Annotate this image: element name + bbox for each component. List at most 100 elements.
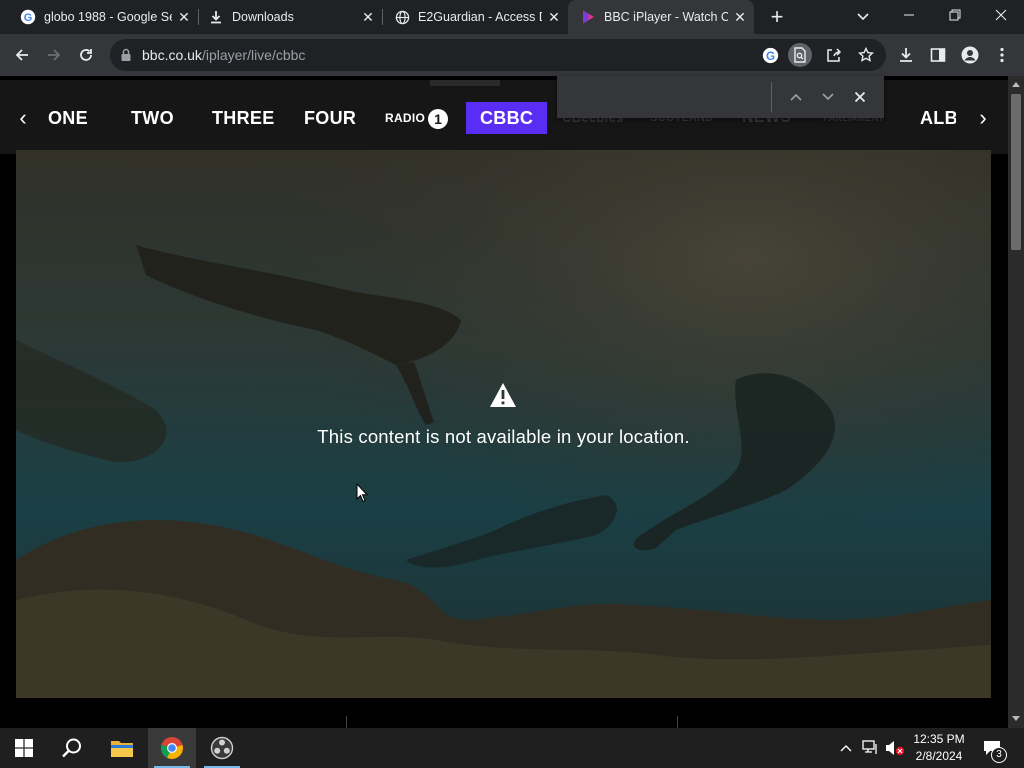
lock-icon[interactable] [120, 48, 132, 62]
side-panel-icon [930, 48, 946, 62]
chevron-right-icon[interactable]: › [972, 105, 994, 130]
channel-bbc-two[interactable]: TWO [131, 104, 174, 132]
network-icon [862, 740, 877, 754]
bookmark-button[interactable] [854, 43, 878, 67]
chrome-taskbar-button[interactable] [148, 728, 196, 768]
close-icon [854, 91, 866, 103]
find-next-button[interactable] [815, 84, 841, 110]
google-g-icon: G [762, 47, 778, 63]
find-close-button[interactable] [847, 84, 873, 110]
close-icon[interactable]: ✕ [360, 9, 376, 25]
browser-toolbar: bbc.co.uk/iplayer/live/cbbc G [0, 34, 1024, 76]
search-button[interactable] [48, 728, 96, 768]
back-button[interactable] [8, 41, 36, 69]
find-in-page-button[interactable] [788, 43, 812, 67]
share-icon [827, 48, 842, 62]
tab-downloads[interactable]: Downloads ✕ [196, 0, 382, 34]
close-window-button[interactable] [978, 0, 1024, 30]
notification-count-badge: 3 [991, 747, 1007, 763]
find-in-page-icon [794, 47, 806, 63]
channel-bbc-one[interactable]: ONE [48, 104, 88, 132]
minimize-button[interactable] [886, 0, 932, 30]
share-button[interactable] [822, 43, 846, 67]
new-tab-button[interactable]: + [763, 4, 791, 30]
star-icon [858, 47, 874, 62]
file-explorer-button[interactable] [98, 728, 146, 768]
tab-google-search[interactable]: G globo 1988 - Google Se ✕ [8, 0, 198, 34]
browser-menu-button[interactable] [990, 43, 1014, 67]
scroll-up-arrow[interactable] [1012, 82, 1020, 87]
channel-cbbc[interactable]: CBBC [466, 102, 548, 134]
forward-button[interactable] [40, 41, 68, 69]
clock-time: 12:35 PM [913, 732, 965, 746]
chevron-down-icon [857, 13, 869, 21]
restore-icon [949, 9, 961, 21]
find-previous-button[interactable] [783, 84, 809, 110]
search-icon [62, 738, 81, 758]
svg-text:G: G [765, 49, 774, 62]
warning-triangle-icon [490, 383, 516, 407]
close-icon[interactable]: ✕ [546, 9, 562, 25]
tab-title: BBC iPlayer - Watch CB [604, 10, 728, 24]
scroll-thumb[interactable] [1011, 94, 1021, 250]
cbbc-label: CBBC [480, 108, 534, 128]
tab-bbc-iplayer[interactable]: BBC iPlayer - Watch CB ✕ [568, 0, 754, 34]
close-icon[interactable]: ✕ [732, 9, 748, 25]
restore-button[interactable] [932, 0, 978, 30]
geo-block-message: This content is not available in your lo… [317, 426, 690, 447]
kebab-menu-icon [1000, 47, 1004, 63]
underwater-divers-backdrop [16, 150, 991, 698]
download-icon [208, 9, 224, 25]
find-bar[interactable] [557, 76, 884, 118]
iplayer-icon [580, 9, 596, 25]
page-content: ‹ ONE TWO THREE FOUR RADIO1 CBBC CBeebie… [0, 76, 1008, 728]
chrome-icon [160, 737, 183, 759]
address-bar[interactable]: bbc.co.uk/iplayer/live/cbbc G [110, 39, 886, 71]
tab-title: Downloads [232, 10, 294, 24]
scroll-down-arrow[interactable] [1012, 716, 1020, 721]
divider [677, 716, 678, 728]
chevron-left-icon[interactable]: ‹ [12, 105, 34, 130]
vertical-scrollbar[interactable] [1008, 76, 1024, 728]
arrow-right-icon [48, 49, 61, 61]
tab-title: E2Guardian - Access De [418, 10, 542, 24]
url-text: bbc.co.uk/iplayer/live/cbbc [142, 47, 305, 63]
close-icon[interactable]: ✕ [176, 9, 192, 25]
network-tray-button[interactable] [860, 728, 882, 768]
google-lens-button[interactable]: G [758, 43, 782, 67]
profile-button[interactable] [958, 43, 982, 67]
url-host: bbc.co.uk [142, 47, 202, 63]
svg-text:G: G [24, 12, 33, 24]
windows-taskbar: 12:35 PM 2/8/2024 3 [0, 728, 1024, 768]
obs-taskbar-button[interactable] [198, 728, 246, 768]
channel-bbc-four[interactable]: FOUR [304, 104, 356, 132]
side-panel-button[interactable] [926, 43, 950, 67]
divider [346, 716, 347, 728]
clock-date: 2/8/2024 [915, 749, 963, 763]
mouse-pointer-icon [356, 483, 368, 503]
system-clock[interactable]: 12:35 PM 2/8/2024 [906, 731, 972, 765]
tab-search-button[interactable] [851, 6, 875, 28]
channel-bbc-three[interactable]: THREE [212, 104, 275, 132]
tab-title: globo 1988 - Google Se [44, 10, 172, 24]
tab-strip: G globo 1988 - Google Se ✕ Downloads ✕ E… [0, 0, 1024, 34]
radio-label: RADIO [385, 111, 426, 125]
show-hidden-icons-button[interactable] [836, 728, 856, 768]
tab-e2guardian[interactable]: E2Guardian - Access De ✕ [382, 0, 568, 34]
google-g-icon: G [20, 9, 36, 25]
volume-muted-icon [886, 741, 905, 756]
channel-radio-1[interactable]: RADIO 1 [385, 104, 449, 132]
reload-button[interactable] [72, 41, 100, 69]
volume-tray-button[interactable] [884, 728, 906, 768]
chevron-down-icon [822, 93, 834, 101]
radio-badge: 1 [428, 108, 449, 129]
minimize-icon [904, 14, 914, 16]
chevron-up-icon [840, 745, 852, 752]
folder-icon [111, 741, 133, 757]
downloads-button[interactable] [894, 43, 918, 67]
channel-bar-indicator [430, 80, 500, 86]
schedule-strip [0, 706, 1008, 728]
channel-alba[interactable]: ALB [920, 104, 956, 132]
video-player[interactable]: This content is not available in your lo… [16, 150, 991, 698]
start-button[interactable] [0, 728, 48, 768]
